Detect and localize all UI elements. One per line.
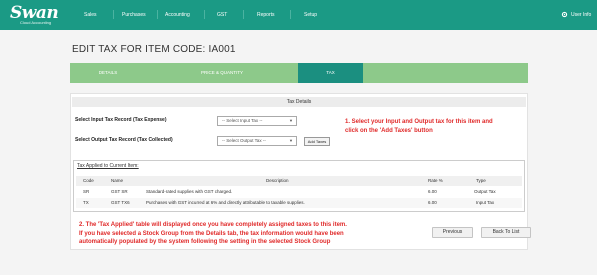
table-header-row: Code Name Description Rate % Type [76, 176, 522, 186]
row-code: SR [83, 189, 90, 194]
tab-details[interactable]: DETAILS [70, 63, 146, 83]
col-code: Code [83, 178, 94, 183]
col-type: Type [476, 178, 486, 183]
note-line: click on the 'Add Taxes' button [345, 127, 433, 134]
tab-price-quantity[interactable]: PRICE & QUANTITY [146, 63, 298, 83]
row-type: Input Tax [476, 200, 495, 205]
chevron-down-icon: ▼ [289, 138, 293, 143]
top-navigation-bar: Swan Cloud Accounting Sales Purchases Ac… [0, 0, 597, 30]
output-tax-value: -- Select Output Tax -- [222, 138, 266, 143]
previous-button[interactable]: Previous [432, 227, 473, 238]
tab-tax[interactable]: TAX [298, 63, 363, 83]
input-tax-value: -- Select Input Tax -- [222, 118, 263, 123]
nav-divider [113, 10, 114, 19]
row-name: GST SR [111, 189, 128, 194]
note-line: 2. The 'Tax Applied' table will displaye… [79, 222, 347, 228]
nav-gst[interactable]: GST [217, 12, 227, 18]
col-rate: Rate % [428, 178, 443, 183]
input-tax-select[interactable]: -- Select Input Tax -- ▼ [217, 116, 297, 126]
nav-accounting[interactable]: Accounting [165, 12, 190, 18]
instruction-note-2: 2. The 'Tax Applied' table will displaye… [79, 221, 347, 247]
col-name: Name [111, 178, 124, 183]
note-line: If you have selected a Stock Group from … [79, 230, 344, 237]
input-tax-label: Select Input Tax Record (Tax Expense) [75, 117, 167, 123]
instruction-note-1: 1. Select your Input and Output tax for … [345, 118, 493, 135]
tax-details-heading: Tax Details [72, 97, 526, 107]
row-description: Standard-rated supplies with GST charged… [146, 189, 233, 194]
row-type: Output Tax [474, 189, 496, 194]
back-to-list-button[interactable]: Back To List [481, 227, 531, 238]
row-rate: 6.00 [428, 189, 437, 194]
tab-strip: DETAILS PRICE & QUANTITY TAX [70, 63, 528, 83]
page-title: EDIT TAX FOR ITEM CODE: IA001 [72, 44, 236, 55]
logo-tagline: Cloud Accounting [20, 20, 52, 25]
row-rate: 6.00 [428, 200, 437, 205]
output-tax-label: Select Output Tax Record (Tax Collected) [75, 137, 173, 143]
row-description: Purchases with GST incurred at 6% and di… [146, 200, 305, 205]
row-name: GST TX6 [111, 200, 130, 205]
swan-logo[interactable]: Swan Cloud Accounting [6, 3, 76, 27]
col-description: Description [266, 178, 289, 183]
output-tax-select[interactable]: -- Select Output Tax -- ▼ [217, 136, 297, 146]
nav-purchases[interactable]: Purchases [122, 12, 146, 18]
nav-reports[interactable]: Reports [257, 12, 275, 18]
nav-divider [243, 10, 244, 19]
nav-divider [157, 10, 158, 19]
nav-divider [204, 10, 205, 19]
tax-applied-title: Tax Applied to Current Item: [77, 163, 139, 169]
add-taxes-button[interactable]: Add Taxes [304, 137, 330, 146]
nav-setup[interactable]: Setup [304, 12, 317, 18]
note-line: automatically populated by the system fo… [79, 239, 331, 245]
row-code: TX [83, 200, 89, 205]
table-row: TX GST TX6 Purchases with GST incurred a… [76, 198, 522, 208]
gear-icon[interactable] [561, 11, 568, 18]
table-row: SR GST SR Standard-rated supplies with G… [76, 187, 522, 197]
chevron-down-icon: ▼ [289, 118, 293, 123]
nav-divider [290, 10, 291, 19]
nav-sales[interactable]: Sales [84, 12, 97, 18]
note-line: 1. Select your Input and Output tax for … [345, 119, 493, 125]
user-info-link[interactable]: User Info [571, 12, 591, 18]
